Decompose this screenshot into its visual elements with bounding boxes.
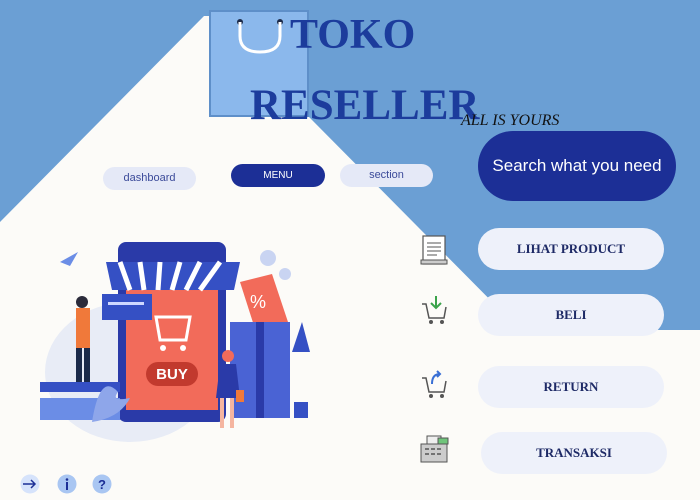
logout-icon[interactable] — [20, 474, 40, 494]
receipt-icon — [420, 235, 448, 265]
menu-button[interactable]: MENU — [231, 164, 325, 187]
beli-label: BELI — [555, 307, 587, 322]
brand-title-line1: TOKO — [290, 12, 416, 58]
cart-add-icon — [422, 296, 447, 324]
buy-text: BUY — [156, 366, 188, 383]
transaksi-button[interactable]: TRANSAKSI — [481, 432, 667, 474]
paper-plane-icon — [60, 252, 78, 266]
brand-tagline: ALL IS YOURS — [461, 112, 560, 129]
return-label: RETURN — [543, 379, 599, 394]
cash-register-icon — [420, 435, 449, 463]
beli-button[interactable]: BELI — [478, 294, 664, 336]
brand-title-line2: RESELLER — [250, 82, 480, 129]
transaksi-label: TRANSAKSI — [536, 445, 612, 460]
credit-card — [102, 294, 152, 320]
bag-handle — [237, 19, 283, 54]
shop-illustration: BUY % — [40, 222, 315, 450]
cart-return-icon — [422, 370, 447, 398]
lihat-product-label: LIHAT PRODUCT — [516, 241, 626, 256]
svg-text:?: ? — [98, 477, 106, 492]
search-label: Search what you need — [492, 156, 662, 175]
dashboard-button[interactable]: dashboard — [103, 167, 196, 190]
search-button[interactable]: Search what you need — [478, 131, 676, 201]
section-button[interactable]: section — [340, 164, 433, 187]
info-icon[interactable] — [57, 474, 77, 494]
shop-illustration-art: BUY % — [40, 242, 310, 442]
help-icon[interactable]: ? — [92, 474, 112, 494]
lihat-product-button[interactable]: LIHAT PRODUCT — [478, 228, 664, 270]
percent-text: % — [250, 292, 266, 312]
return-button[interactable]: RETURN — [478, 366, 664, 408]
